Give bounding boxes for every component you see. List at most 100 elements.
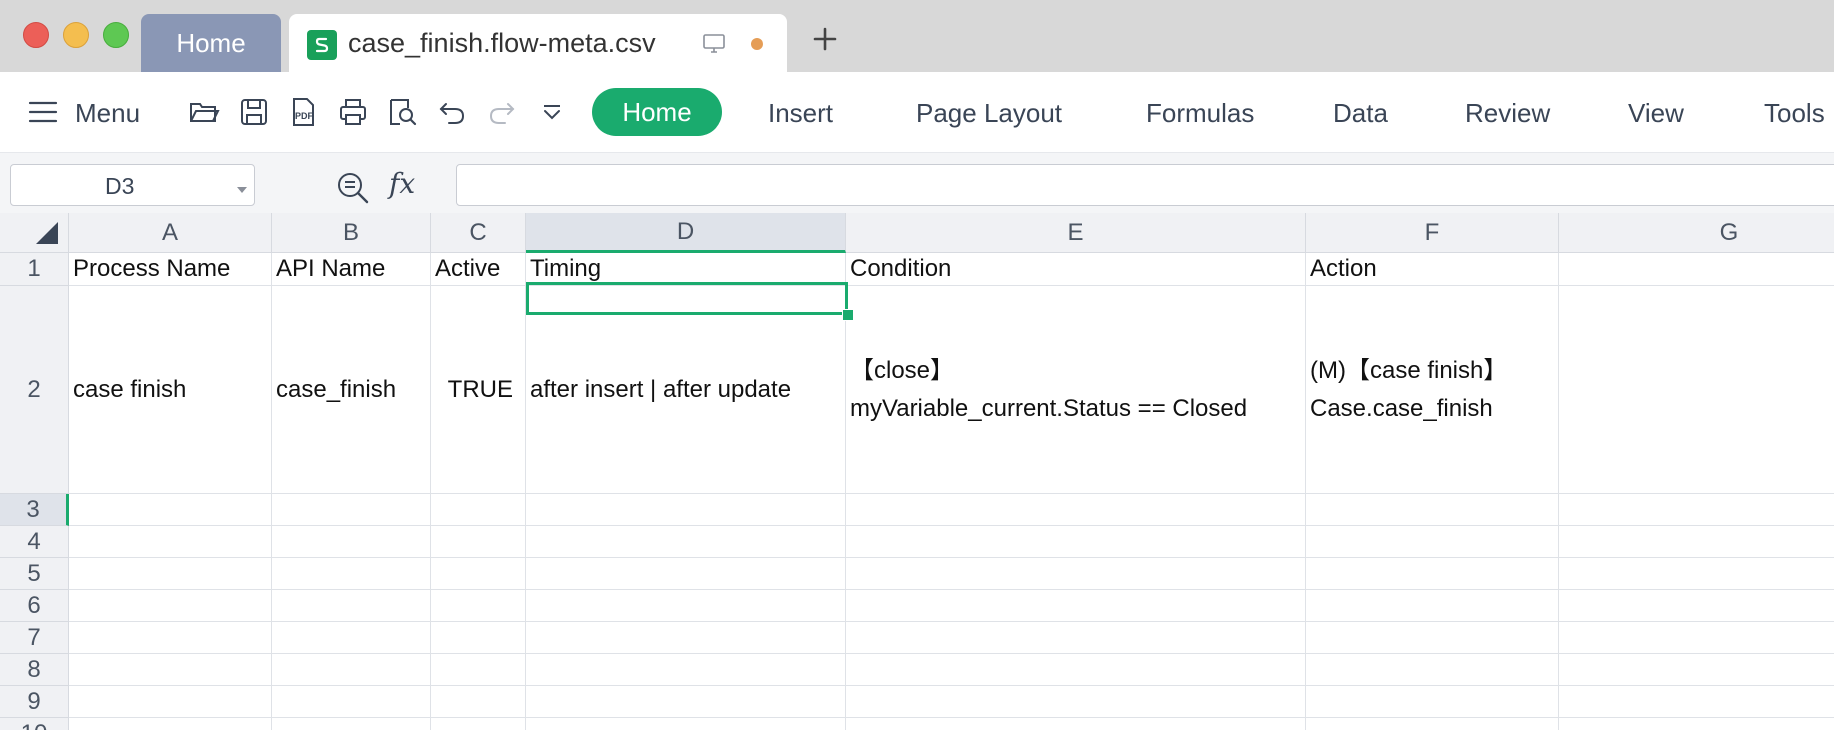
cell-e9[interactable] (846, 686, 1306, 718)
row-header-4[interactable]: 4 (0, 526, 69, 558)
cell-d6[interactable] (526, 590, 846, 622)
cell-g4[interactable] (1559, 526, 1834, 558)
cell-c2[interactable]: TRUE (431, 286, 526, 494)
cell-e1[interactable]: Condition (846, 253, 1306, 286)
column-header-c[interactable]: C (431, 213, 526, 253)
cell-g3[interactable] (1559, 494, 1834, 526)
cell-e2[interactable]: 【close】 myVariable_current.Status == Clos… (846, 286, 1306, 494)
menu-label[interactable]: Menu (75, 98, 140, 129)
redo-icon[interactable] (486, 96, 518, 128)
cell-a8[interactable] (69, 654, 272, 686)
undo-icon[interactable] (436, 96, 468, 128)
cell-e5[interactable] (846, 558, 1306, 590)
zoom-out-icon[interactable] (336, 171, 370, 210)
cell-f2[interactable]: (M)【case finish】 Case.case_finish (1306, 286, 1559, 494)
print-icon[interactable] (337, 96, 369, 128)
ribbon-tab-data[interactable]: Data (1333, 98, 1388, 129)
tab-home[interactable]: Home (141, 14, 281, 72)
row-header-3[interactable]: 3 (0, 494, 69, 526)
open-folder-icon[interactable] (188, 96, 220, 128)
ribbon-tab-view[interactable]: View (1628, 98, 1684, 129)
cell-a4[interactable] (69, 526, 272, 558)
column-header-f[interactable]: F (1306, 213, 1559, 253)
cell-a2[interactable]: case finish (69, 286, 272, 494)
save-icon[interactable] (238, 96, 270, 128)
cell-f8[interactable] (1306, 654, 1559, 686)
cell-a7[interactable] (69, 622, 272, 654)
cell-d5[interactable] (526, 558, 846, 590)
cell-a10[interactable] (69, 718, 272, 730)
cell-d7[interactable] (526, 622, 846, 654)
zoom-window-button[interactable] (103, 22, 129, 48)
cell-f5[interactable] (1306, 558, 1559, 590)
cell-c5[interactable] (431, 558, 526, 590)
cell-b9[interactable] (272, 686, 431, 718)
more-dropdown-icon[interactable] (536, 96, 568, 128)
column-header-d[interactable]: D (526, 213, 846, 253)
cell-g6[interactable] (1559, 590, 1834, 622)
cell-c1[interactable]: Active (431, 253, 526, 286)
cell-g10[interactable] (1559, 718, 1834, 730)
row-header-7[interactable]: 7 (0, 622, 69, 654)
cell-g7[interactable] (1559, 622, 1834, 654)
cell-d4[interactable] (526, 526, 846, 558)
row-header-5[interactable]: 5 (0, 558, 69, 590)
export-pdf-icon[interactable]: PDF (287, 96, 319, 128)
print-preview-icon[interactable] (386, 96, 418, 128)
cell-c6[interactable] (431, 590, 526, 622)
cell-e7[interactable] (846, 622, 1306, 654)
cell-g5[interactable] (1559, 558, 1834, 590)
cell-b3[interactable] (272, 494, 431, 526)
plus-icon[interactable] (812, 26, 838, 57)
select-all-corner[interactable] (0, 213, 69, 253)
cell-e3[interactable] (846, 494, 1306, 526)
cell-b2[interactable]: case_finish (272, 286, 431, 494)
column-header-a[interactable]: A (69, 213, 272, 253)
cell-b10[interactable] (272, 718, 431, 730)
cell-b8[interactable] (272, 654, 431, 686)
cell-b4[interactable] (272, 526, 431, 558)
cell-f10[interactable] (1306, 718, 1559, 730)
ribbon-tab-home[interactable]: Home (592, 88, 722, 136)
cell-f9[interactable] (1306, 686, 1559, 718)
cell-f6[interactable] (1306, 590, 1559, 622)
cell-a3[interactable] (69, 494, 272, 526)
cell-e4[interactable] (846, 526, 1306, 558)
cell-f1[interactable]: Action (1306, 253, 1559, 286)
ribbon-tab-insert[interactable]: Insert (768, 98, 833, 129)
row-header-10[interactable]: 10 (0, 718, 69, 730)
cell-d9[interactable] (526, 686, 846, 718)
cell-a5[interactable] (69, 558, 272, 590)
cell-c3[interactable] (431, 494, 526, 526)
cell-c9[interactable] (431, 686, 526, 718)
cell-b6[interactable] (272, 590, 431, 622)
cell-d8[interactable] (526, 654, 846, 686)
cell-c8[interactable] (431, 654, 526, 686)
column-header-b[interactable]: B (272, 213, 431, 253)
hamburger-menu-icon[interactable] (28, 100, 58, 129)
cell-g8[interactable] (1559, 654, 1834, 686)
name-box[interactable]: D3 (10, 164, 255, 206)
cell-g1[interactable] (1559, 253, 1834, 286)
row-header-2[interactable]: 2 (0, 286, 69, 494)
cell-f7[interactable] (1306, 622, 1559, 654)
ribbon-tab-review[interactable]: Review (1465, 98, 1550, 129)
ribbon-tab-formulas[interactable]: Formulas (1146, 98, 1254, 129)
row-header-8[interactable]: 8 (0, 654, 69, 686)
cell-f3[interactable] (1306, 494, 1559, 526)
cell-a1[interactable]: Process Name (69, 253, 272, 286)
ribbon-tab-tools[interactable]: Tools (1764, 98, 1825, 129)
close-window-button[interactable] (23, 22, 49, 48)
monitor-icon[interactable] (702, 32, 726, 61)
minimize-window-button[interactable] (63, 22, 89, 48)
cell-e10[interactable] (846, 718, 1306, 730)
tab-file[interactable]: case_finish.flow-meta.csv (289, 14, 787, 72)
formula-input[interactable] (456, 164, 1834, 206)
row-header-1[interactable]: 1 (0, 253, 69, 286)
cell-c7[interactable] (431, 622, 526, 654)
cell-d3[interactable] (526, 494, 846, 526)
column-header-e[interactable]: E (846, 213, 1306, 253)
cell-g9[interactable] (1559, 686, 1834, 718)
ribbon-tab-page-layout[interactable]: Page Layout (916, 98, 1062, 129)
cell-a6[interactable] (69, 590, 272, 622)
